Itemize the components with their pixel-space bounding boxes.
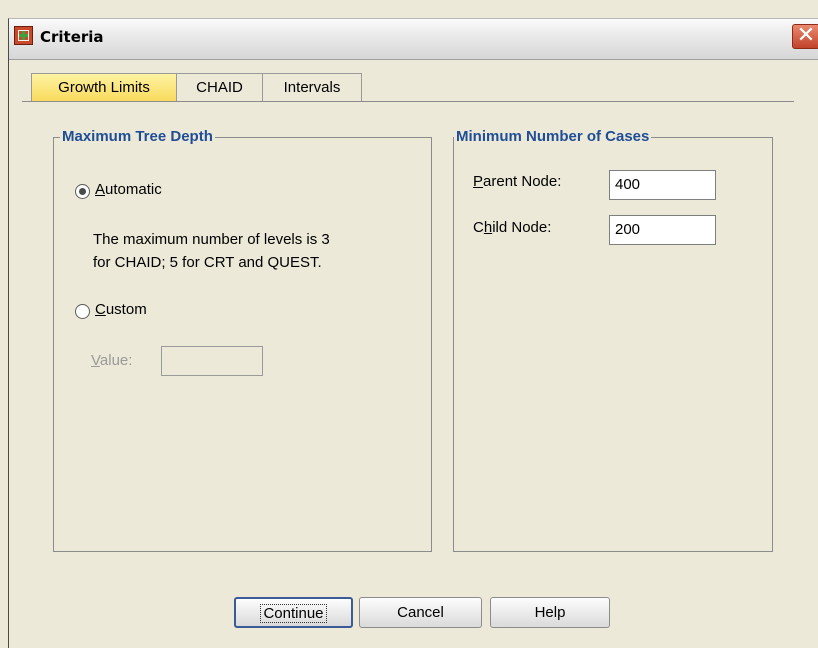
app-icon (14, 26, 33, 45)
custom-radio[interactable] (75, 304, 90, 319)
parent-node-field[interactable]: 400 (609, 170, 716, 200)
tab-intervals[interactable]: Intervals (263, 73, 362, 101)
tab-intervals-label: Intervals (283, 79, 341, 96)
title-bar[interactable]: Criteria ✕ (9, 19, 818, 60)
child-node-label-prefix: C (473, 219, 484, 236)
tab-chaid-label: CHAID (196, 79, 243, 96)
min-cases-title: Minimum Number of Cases (454, 128, 652, 145)
automatic-radio[interactable] (75, 184, 90, 199)
cancel-button[interactable]: Cancel (359, 597, 482, 628)
child-node-field[interactable]: 200 (609, 215, 716, 245)
continue-button-label: Continue (260, 604, 327, 623)
close-button[interactable]: ✕ (792, 24, 818, 49)
custom-label[interactable]: Custom (95, 301, 147, 318)
tab-growth-limits-label: Growth Limits (58, 79, 150, 96)
automatic-description-line1: The maximum number of levels is 3 (93, 231, 330, 248)
custom-label-text: ustom (105, 301, 147, 318)
max-tree-depth-group: Maximum Tree Depth (53, 128, 432, 552)
automatic-description-line2: for CHAID; 5 for CRT and QUEST. (93, 254, 322, 271)
value-label-text: alue: (99, 352, 133, 369)
cancel-button-label: Cancel (397, 604, 444, 621)
tab-divider (22, 101, 794, 102)
automatic-label-text: utomatic (105, 181, 162, 198)
parent-node-label: Parent Node: (473, 173, 562, 190)
close-icon: ✕ (796, 23, 816, 48)
tab-chaid[interactable]: CHAID (177, 73, 263, 101)
window-title: Criteria (40, 28, 104, 46)
help-button[interactable]: Help (490, 597, 610, 628)
max-tree-depth-title: Maximum Tree Depth (60, 128, 215, 145)
child-node-label-accel: h (483, 219, 493, 236)
continue-button[interactable]: Continue (234, 597, 353, 628)
child-node-label: Child Node: (473, 219, 551, 236)
help-button-label: Help (534, 604, 566, 621)
tab-growth-limits[interactable]: Growth Limits (31, 73, 177, 101)
child-node-label-suffix: ild Node: (492, 219, 552, 236)
parent-node-label-text: arent Node: (483, 173, 562, 190)
custom-value-field[interactable] (161, 346, 263, 376)
value-label: Value: (91, 352, 133, 369)
automatic-label[interactable]: Automatic (95, 181, 162, 198)
